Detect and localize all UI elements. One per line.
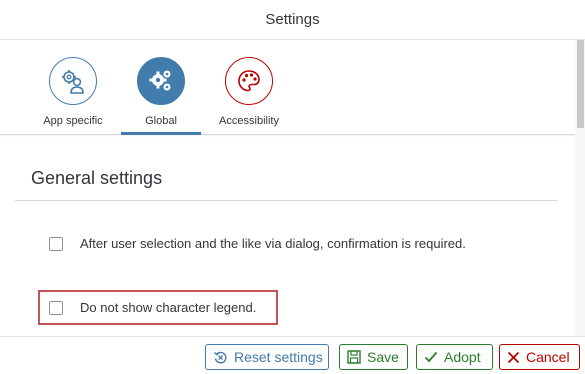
scrollbar-thumb[interactable] — [577, 40, 584, 128]
reset-settings-button[interactable]: Reset settings — [205, 344, 329, 370]
tab-app-specific[interactable]: App specific — [32, 40, 114, 135]
section-divider — [15, 200, 558, 201]
gears-icon — [137, 57, 185, 105]
tab-bar: App specific Global Accessibility — [0, 40, 585, 135]
button-label: Cancel — [526, 349, 570, 365]
cancel-button[interactable]: Cancel — [499, 344, 580, 370]
section-title: General settings — [31, 168, 163, 188]
option-label: After user selection and the like via di… — [80, 236, 466, 251]
button-label: Adopt — [444, 349, 481, 365]
settings-dialog: Settings App specific Global Accessibili… — [0, 0, 585, 374]
save-button[interactable]: Save — [339, 344, 408, 370]
dialog-header: Settings — [0, 0, 585, 40]
close-icon — [507, 351, 520, 364]
save-icon — [347, 350, 361, 364]
option-label: Do not show character legend. — [80, 300, 257, 315]
checkbox[interactable] — [49, 236, 63, 251]
checkbox[interactable] — [49, 300, 63, 315]
palette-icon — [225, 57, 273, 105]
tab-label: Accessibility — [219, 115, 279, 127]
dialog-title: Settings — [265, 11, 320, 28]
reset-icon — [213, 350, 228, 365]
tab-label: Global — [145, 115, 177, 127]
adopt-button[interactable]: Adopt — [416, 344, 493, 370]
option-hide-character-legend[interactable]: Do not show character legend. — [49, 300, 256, 315]
user-settings-icon — [49, 57, 97, 105]
option-confirmation-required[interactable]: After user selection and the like via di… — [49, 236, 466, 251]
checkmark-icon — [424, 350, 438, 364]
tab-accessibility[interactable]: Accessibility — [212, 40, 286, 135]
tab-global[interactable]: Global — [121, 40, 201, 135]
tab-label: App specific — [43, 115, 103, 127]
button-label: Reset settings — [234, 349, 323, 365]
button-label: Save — [367, 349, 399, 365]
